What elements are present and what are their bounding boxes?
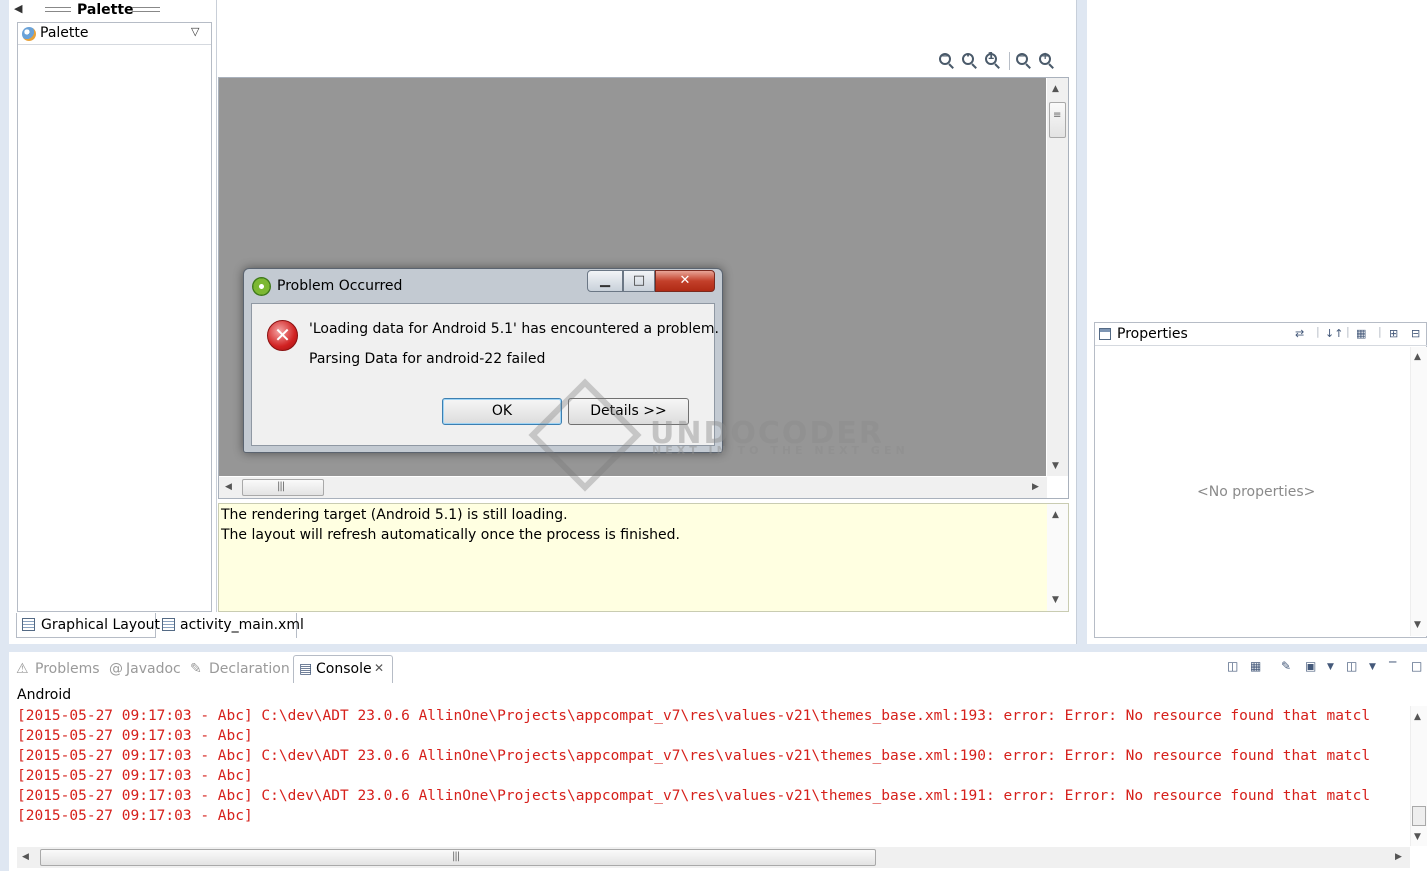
drag-grip-icon[interactable] (132, 7, 160, 12)
console-name: Android (17, 687, 72, 703)
grip-icon: ||| (277, 481, 285, 492)
grip-icon: ≡ (1053, 110, 1061, 121)
expand-all-icon[interactable]: ⊞ (1389, 327, 1398, 340)
palette-dropdown-label: Palette (40, 25, 89, 41)
zoom-actual-icon[interactable]: 1 (985, 51, 1002, 70)
console-line: [2015-05-27 09:17:03 - Abc] C:\dev\ADT 2… (17, 708, 1371, 724)
pin-console-icon[interactable]: ✎ (1281, 659, 1291, 673)
display-console-icon[interactable]: ▣ (1305, 659, 1316, 673)
console-line: [2015-05-27 09:17:03 - Abc] C:\dev\ADT 2… (17, 748, 1371, 764)
zoom-out-icon[interactable]: − (939, 51, 956, 70)
tab-console[interactable]: Console (316, 661, 372, 677)
scroll-down-icon[interactable]: ▼ (1052, 595, 1059, 605)
palette-panel (17, 22, 212, 612)
scroll-up-icon[interactable]: ▲ (1052, 510, 1059, 520)
declaration-icon: ✎ (190, 661, 202, 677)
watermark-tagline: NEXT IN TO THE NEXT GEN (652, 444, 909, 457)
toolbar-divider (1009, 52, 1010, 70)
tab-javadoc[interactable]: Javadoc (126, 661, 181, 677)
canvas-horizontal-scrollbar[interactable] (219, 477, 1047, 498)
problems-icon: ⚠ (16, 661, 29, 677)
error-icon: ✕ (267, 320, 298, 351)
dialog-message: 'Loading data for Android 5.1' has encou… (309, 321, 719, 337)
console-line: [2015-05-27 09:17:03 - Abc] C:\dev\ADT 2… (17, 788, 1371, 804)
divider (216, 0, 217, 612)
layout-icon (22, 618, 35, 631)
zoom-fit-icon[interactable]: · (962, 51, 979, 70)
open-console-icon[interactable]: ◫ (1346, 659, 1357, 673)
at-icon: @ (109, 661, 123, 677)
scroll-down-icon[interactable]: ▼ (1052, 461, 1059, 471)
palette-title: Palette (77, 2, 134, 18)
maximize-icon[interactable]: □ (1411, 659, 1422, 673)
console-line: [2015-05-27 09:17:03 - Abc] (17, 728, 253, 744)
scroll-right-icon[interactable]: ▶ (1395, 852, 1402, 862)
close-icon[interactable]: ✕ (374, 661, 384, 675)
scroll-thumb[interactable] (1412, 806, 1426, 826)
dialog-title: Problem Occurred (277, 278, 403, 294)
grip-icon: ||| (452, 851, 460, 862)
scroll-up-icon[interactable]: ▲ (1052, 84, 1059, 94)
properties-panel (1094, 322, 1427, 638)
filter-icon[interactable]: ⇄ (1295, 327, 1304, 340)
scroll-lock-icon[interactable]: ▦ (1250, 659, 1261, 673)
tab-label: activity_main.xml (180, 617, 304, 633)
chevron-down-icon[interactable]: ▼ (1369, 662, 1376, 672)
sort-az-icon[interactable]: ↓↑ (1325, 327, 1343, 340)
zoom-out-alt-icon[interactable]: − (1016, 51, 1033, 70)
minimize-button[interactable]: ▁ (587, 270, 623, 292)
scroll-left-icon[interactable]: ◀ (225, 482, 232, 492)
chevron-down-icon[interactable]: ▼ (1327, 662, 1334, 672)
rendering-message-line: The rendering target (Android 5.1) is st… (221, 507, 568, 523)
palette-icon (22, 27, 36, 41)
no-properties-text: <No properties> (1197, 484, 1316, 500)
console-line: [2015-05-27 09:17:03 - Abc] (17, 808, 253, 824)
console-line: [2015-05-27 09:17:03 - Abc] (17, 768, 253, 784)
scroll-right-icon[interactable]: ▶ (1032, 482, 1039, 492)
scroll-left-icon[interactable]: ◀ (22, 852, 29, 862)
drag-grip-icon[interactable] (45, 7, 71, 12)
console-icon: ▤ (299, 661, 313, 677)
collapse-arrow-icon[interactable]: ◀ (14, 2, 22, 15)
dialog-detail: Parsing Data for android-22 failed (309, 351, 546, 367)
advanced-icon[interactable]: ▦ (1356, 327, 1366, 340)
tab-declaration[interactable]: Declaration (209, 661, 290, 677)
toolbar-divider: | (1378, 325, 1382, 338)
xml-file-icon (162, 618, 175, 631)
tab-problems[interactable]: Problems (35, 661, 100, 677)
chevron-down-icon[interactable]: ▽ (191, 25, 199, 38)
tab-label: Graphical Layout (41, 617, 161, 633)
rendering-message-line: The layout will refresh automatically on… (221, 527, 680, 543)
scroll-up-icon[interactable]: ▲ (1414, 712, 1421, 722)
properties-title: Properties (1117, 326, 1188, 342)
console-output[interactable]: [2015-05-27 09:17:03 - Abc] C:\dev\ADT 2… (17, 706, 1410, 840)
toolbar-divider: | (1346, 325, 1350, 338)
properties-icon (1099, 328, 1111, 340)
scroll-down-icon[interactable]: ▼ (1414, 620, 1421, 630)
minimize-icon[interactable]: ─ (1389, 655, 1396, 669)
eclipse-app-icon (252, 277, 271, 296)
close-button[interactable]: ✕ (655, 270, 715, 292)
collapse-all-icon[interactable]: ⊟ (1411, 327, 1420, 340)
scroll-up-icon[interactable]: ▲ (1414, 352, 1421, 362)
outline-panel (1087, 0, 1427, 320)
properties-scrollbar[interactable] (1410, 347, 1427, 636)
maximize-button[interactable]: □ (623, 270, 655, 292)
scroll-down-icon[interactable]: ▼ (1414, 832, 1421, 842)
toolbar-divider: | (1316, 325, 1320, 338)
zoom-in-icon[interactable]: + (1039, 51, 1056, 70)
clear-console-icon[interactable]: ◫ (1227, 659, 1238, 673)
